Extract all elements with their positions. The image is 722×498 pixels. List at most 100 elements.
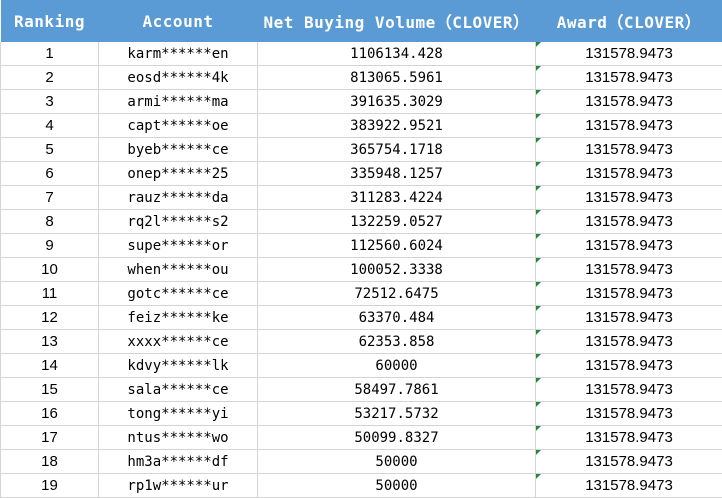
cell-ranking: 18 <box>0 449 99 474</box>
cell-net-buying-volume: 132259.0527 <box>257 209 536 234</box>
table-row: 8 rq2l******s2 132259.0527 131578.9473 <box>0 209 722 234</box>
cell-award: 131578.9473 <box>535 65 722 90</box>
table-body: 1 karm******en 1106134.428 131578.9473 2 eosd… <box>0 42 722 498</box>
cell-award: 131578.9473 <box>535 329 722 354</box>
cell-net-buying-volume: 311283.4224 <box>257 185 536 210</box>
cell-account: armi******ma <box>98 89 258 114</box>
cell-net-buying-volume: 335948.1257 <box>257 161 536 186</box>
table-row: 14 kdvy******lk 60000 131578.9473 <box>0 353 722 378</box>
cell-net-buying-volume: 50000 <box>257 449 536 474</box>
cell-ranking: 16 <box>0 401 99 426</box>
cell-account: eosd******4k <box>98 65 258 90</box>
cell-award: 131578.9473 <box>535 233 722 258</box>
cell-award: 131578.9473 <box>535 209 722 234</box>
cell-ranking: 5 <box>0 137 99 162</box>
cell-account: sala******ce <box>98 377 258 402</box>
cell-ranking: 1 <box>0 42 99 66</box>
table-row: 7 rauz******da 311283.4224 131578.9473 <box>0 185 722 210</box>
table-row: 6 onep******25 335948.1257 131578.9473 <box>0 161 722 186</box>
cell-net-buying-volume: 60000 <box>257 353 536 378</box>
cell-award: 131578.9473 <box>535 353 722 378</box>
cell-account: rauz******da <box>98 185 258 210</box>
table-row: 3 armi******ma 391635.3029 131578.9473 <box>0 89 722 114</box>
cell-award: 131578.9473 <box>535 89 722 114</box>
table-row: 9 supe******or 112560.6024 131578.9473 <box>0 233 722 258</box>
cell-net-buying-volume: 1106134.428 <box>257 42 536 66</box>
cell-ranking: 8 <box>0 209 99 234</box>
cell-net-buying-volume: 58497.7861 <box>257 377 536 402</box>
cell-award: 131578.9473 <box>535 161 722 186</box>
table-row: 1 karm******en 1106134.428 131578.9473 <box>0 42 722 66</box>
cell-account: ntus******wo <box>98 425 258 450</box>
cell-award: 131578.9473 <box>535 42 722 66</box>
cell-account: karm******en <box>98 42 258 66</box>
header-award: Award（CLOVER） <box>535 0 722 42</box>
cell-net-buying-volume: 112560.6024 <box>257 233 536 258</box>
table-row: 2 eosd******4k 813065.5961 131578.9473 <box>0 65 722 90</box>
cell-net-buying-volume: 72512.6475 <box>257 281 536 306</box>
cell-net-buying-volume: 53217.5732 <box>257 401 536 426</box>
cell-account: kdvy******lk <box>98 353 258 378</box>
cell-award: 131578.9473 <box>535 185 722 210</box>
cell-award: 131578.9473 <box>535 377 722 402</box>
cell-net-buying-volume: 62353.858 <box>257 329 536 354</box>
table-row: 18 hm3a******df 50000 131578.9473 <box>0 449 722 474</box>
cell-ranking: 11 <box>0 281 99 306</box>
table-row: 17 ntus******wo 50099.8327 131578.9473 <box>0 425 722 450</box>
cell-award: 131578.9473 <box>535 449 722 474</box>
cell-account: gotc******ce <box>98 281 258 306</box>
cell-ranking: 17 <box>0 425 99 450</box>
cell-ranking: 9 <box>0 233 99 258</box>
cell-award: 131578.9473 <box>535 113 722 138</box>
table-row: 4 capt******oe 383922.9521 131578.9473 <box>0 113 722 138</box>
cell-award: 131578.9473 <box>535 281 722 306</box>
cell-net-buying-volume: 50099.8327 <box>257 425 536 450</box>
cell-ranking: 2 <box>0 65 99 90</box>
table-row: 16 tong******yi 53217.5732 131578.9473 <box>0 401 722 426</box>
cell-account: tong******yi <box>98 401 258 426</box>
table-row: 10 when******ou 100052.3338 131578.9473 <box>0 257 722 282</box>
ranking-table: Ranking Account Net Buying Volume（CLOVER… <box>0 0 722 498</box>
cell-award: 131578.9473 <box>535 401 722 426</box>
cell-ranking: 10 <box>0 257 99 282</box>
cell-ranking: 19 <box>0 473 99 498</box>
cell-account: xxxx******ce <box>98 329 258 354</box>
header-net-buying-volume: Net Buying Volume（CLOVER） <box>257 0 536 42</box>
header-account: Account <box>98 0 258 42</box>
cell-account: supe******or <box>98 233 258 258</box>
cell-net-buying-volume: 383922.9521 <box>257 113 536 138</box>
cell-net-buying-volume: 50000 <box>257 473 536 498</box>
cell-ranking: 4 <box>0 113 99 138</box>
cell-account: when******ou <box>98 257 258 282</box>
table-row: 13 xxxx******ce 62353.858 131578.9473 <box>0 329 722 354</box>
table-header: Ranking Account Net Buying Volume（CLOVER… <box>0 0 722 42</box>
cell-ranking: 7 <box>0 185 99 210</box>
cell-account: hm3a******df <box>98 449 258 474</box>
table-row: 11 gotc******ce 72512.6475 131578.9473 <box>0 281 722 306</box>
cell-account: feiz******ke <box>98 305 258 330</box>
cell-ranking: 15 <box>0 377 99 402</box>
cell-award: 131578.9473 <box>535 425 722 450</box>
cell-award: 131578.9473 <box>535 473 722 498</box>
cell-account: capt******oe <box>98 113 258 138</box>
cell-account: byeb******ce <box>98 137 258 162</box>
table-row: 19 rp1w******ur 50000 131578.9473 <box>0 473 722 498</box>
table-row: 15 sala******ce 58497.7861 131578.9473 <box>0 377 722 402</box>
cell-ranking: 13 <box>0 329 99 354</box>
header-ranking: Ranking <box>0 0 99 42</box>
cell-net-buying-volume: 63370.484 <box>257 305 536 330</box>
cell-ranking: 6 <box>0 161 99 186</box>
cell-award: 131578.9473 <box>535 305 722 330</box>
cell-net-buying-volume: 813065.5961 <box>257 65 536 90</box>
cell-award: 131578.9473 <box>535 137 722 162</box>
cell-ranking: 12 <box>0 305 99 330</box>
cell-account: rp1w******ur <box>98 473 258 498</box>
cell-award: 131578.9473 <box>535 257 722 282</box>
header-row: Ranking Account Net Buying Volume（CLOVER… <box>0 0 722 42</box>
cell-account: rq2l******s2 <box>98 209 258 234</box>
cell-net-buying-volume: 365754.1718 <box>257 137 536 162</box>
cell-ranking: 14 <box>0 353 99 378</box>
cell-account: onep******25 <box>98 161 258 186</box>
table-row: 5 byeb******ce 365754.1718 131578.9473 <box>0 137 722 162</box>
cell-ranking: 3 <box>0 89 99 114</box>
